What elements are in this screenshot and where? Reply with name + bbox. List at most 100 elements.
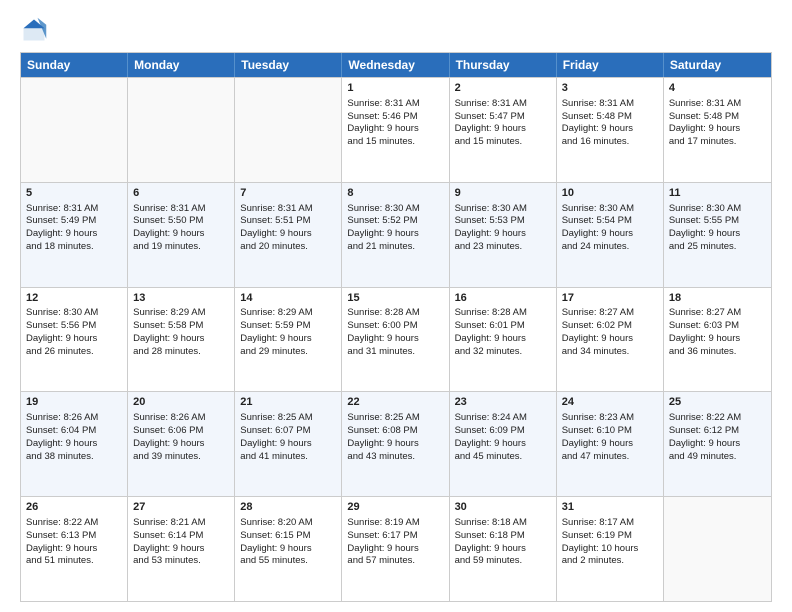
header-cell-tuesday: Tuesday [235, 53, 342, 77]
header-cell-saturday: Saturday [664, 53, 771, 77]
day-cell-1: 1 Sunrise: 8:31 AM Sunset: 5:46 PM Daylig… [342, 78, 449, 182]
day-number: 16 [455, 291, 551, 306]
week-row-3: 19 Sunrise: 8:26 AM Sunset: 6:04 PM Dayli… [21, 391, 771, 496]
day-number: 29 [347, 500, 443, 515]
day-info: Sunrise: 8:31 AM Sunset: 5:49 PM Dayligh… [26, 203, 98, 252]
day-cell-5: 5 Sunrise: 8:31 AM Sunset: 5:49 PM Daylig… [21, 183, 128, 287]
day-number: 26 [26, 500, 122, 515]
day-cell-25: 25Sunrise: 8:22 AM Sunset: 6:12 PM Dayli… [664, 392, 771, 496]
day-info: Sunrise: 8:30 AM Sunset: 5:52 PM Dayligh… [347, 203, 419, 252]
day-info: Sunrise: 8:28 AM Sunset: 6:01 PM Dayligh… [455, 307, 527, 356]
day-cell-29: 29 Sunrise: 8:19 AM Sunset: 6:17 PM Dayli… [342, 497, 449, 601]
day-info: Sunrise: 8:27 AM Sunset: 6:02 PM Dayligh… [562, 307, 634, 356]
calendar-body: 1 Sunrise: 8:31 AM Sunset: 5:46 PM Daylig… [21, 77, 771, 601]
empty-cell [235, 78, 342, 182]
day-cell-16: 16Sunrise: 8:28 AM Sunset: 6:01 PM Dayli… [450, 288, 557, 392]
day-number: 2 [455, 81, 551, 96]
day-info: Sunrise: 8:28 AM Sunset: 6:00 PM Dayligh… [347, 307, 419, 356]
day-info: Sunrise: 8:23 AM Sunset: 6:10 PM Dayligh… [562, 412, 634, 461]
day-info: Sunrise: 8:31 AM Sunset: 5:46 PM Dayligh… [347, 98, 419, 147]
day-info: Sunrise: 8:26 AM Sunset: 6:06 PM Dayligh… [133, 412, 205, 461]
day-number: 1 [347, 81, 443, 96]
day-number: 18 [669, 291, 766, 306]
day-number: 3 [562, 81, 658, 96]
day-cell-6: 6 Sunrise: 8:31 AM Sunset: 5:50 PM Daylig… [128, 183, 235, 287]
day-number: 9 [455, 186, 551, 201]
day-number: 25 [669, 395, 766, 410]
day-cell-18: 18Sunrise: 8:27 AM Sunset: 6:03 PM Dayli… [664, 288, 771, 392]
header-cell-sunday: Sunday [21, 53, 128, 77]
day-info: Sunrise: 8:20 AM Sunset: 6:15 PM Dayligh… [240, 517, 312, 566]
day-number: 10 [562, 186, 658, 201]
week-row-0: 1 Sunrise: 8:31 AM Sunset: 5:46 PM Daylig… [21, 77, 771, 182]
day-number: 4 [669, 81, 766, 96]
day-number: 27 [133, 500, 229, 515]
header-cell-monday: Monday [128, 53, 235, 77]
day-info: Sunrise: 8:31 AM Sunset: 5:48 PM Dayligh… [669, 98, 741, 147]
day-info: Sunrise: 8:30 AM Sunset: 5:55 PM Dayligh… [669, 203, 741, 252]
day-cell-17: 17Sunrise: 8:27 AM Sunset: 6:02 PM Dayli… [557, 288, 664, 392]
logo [20, 16, 52, 44]
day-cell-28: 28Sunrise: 8:20 AM Sunset: 6:15 PM Dayli… [235, 497, 342, 601]
day-info: Sunrise: 8:27 AM Sunset: 6:03 PM Dayligh… [669, 307, 741, 356]
day-cell-23: 23Sunrise: 8:24 AM Sunset: 6:09 PM Dayli… [450, 392, 557, 496]
day-cell-11: 11Sunrise: 8:30 AM Sunset: 5:55 PM Dayli… [664, 183, 771, 287]
day-cell-20: 20 Sunrise: 8:26 AM Sunset: 6:06 PM Dayli… [128, 392, 235, 496]
day-number: 6 [133, 186, 229, 201]
day-info: Sunrise: 8:31 AM Sunset: 5:47 PM Dayligh… [455, 98, 527, 147]
day-cell-2: 2 Sunrise: 8:31 AM Sunset: 5:47 PM Daylig… [450, 78, 557, 182]
empty-cell [128, 78, 235, 182]
day-number: 15 [347, 291, 443, 306]
day-info: Sunrise: 8:25 AM Sunset: 6:07 PM Dayligh… [240, 412, 312, 461]
day-info: Sunrise: 8:31 AM Sunset: 5:51 PM Dayligh… [240, 203, 312, 252]
logo-icon [20, 16, 48, 44]
day-number: 7 [240, 186, 336, 201]
day-info: Sunrise: 8:29 AM Sunset: 5:59 PM Dayligh… [240, 307, 312, 356]
empty-cell [664, 497, 771, 601]
day-number: 13 [133, 291, 229, 306]
day-number: 5 [26, 186, 122, 201]
empty-cell [21, 78, 128, 182]
day-number: 31 [562, 500, 658, 515]
day-cell-12: 12Sunrise: 8:30 AM Sunset: 5:56 PM Dayli… [21, 288, 128, 392]
day-info: Sunrise: 8:30 AM Sunset: 5:56 PM Dayligh… [26, 307, 98, 356]
week-row-4: 26 Sunrise: 8:22 AM Sunset: 6:13 PM Dayli… [21, 496, 771, 601]
week-row-2: 12Sunrise: 8:30 AM Sunset: 5:56 PM Dayli… [21, 287, 771, 392]
day-info: Sunrise: 8:29 AM Sunset: 5:58 PM Dayligh… [133, 307, 205, 356]
day-cell-31: 31 Sunrise: 8:17 AM Sunset: 6:19 PM Dayli… [557, 497, 664, 601]
day-number: 22 [347, 395, 443, 410]
day-number: 14 [240, 291, 336, 306]
day-cell-9: 9Sunrise: 8:30 AM Sunset: 5:53 PM Daylig… [450, 183, 557, 287]
day-info: Sunrise: 8:26 AM Sunset: 6:04 PM Dayligh… [26, 412, 98, 461]
day-cell-4: 4 Sunrise: 8:31 AM Sunset: 5:48 PM Daylig… [664, 78, 771, 182]
day-info: Sunrise: 8:31 AM Sunset: 5:50 PM Dayligh… [133, 203, 205, 252]
day-info: Sunrise: 8:21 AM Sunset: 6:14 PM Dayligh… [133, 517, 205, 566]
day-cell-30: 30Sunrise: 8:18 AM Sunset: 6:18 PM Dayli… [450, 497, 557, 601]
day-number: 20 [133, 395, 229, 410]
calendar: SundayMondayTuesdayWednesdayThursdayFrid… [20, 52, 772, 602]
header-cell-thursday: Thursday [450, 53, 557, 77]
header-cell-wednesday: Wednesday [342, 53, 449, 77]
day-cell-10: 10 Sunrise: 8:30 AM Sunset: 5:54 PM Dayli… [557, 183, 664, 287]
day-cell-24: 24 Sunrise: 8:23 AM Sunset: 6:10 PM Dayli… [557, 392, 664, 496]
day-info: Sunrise: 8:17 AM Sunset: 6:19 PM Dayligh… [562, 517, 639, 566]
day-info: Sunrise: 8:31 AM Sunset: 5:48 PM Dayligh… [562, 98, 634, 147]
day-cell-26: 26 Sunrise: 8:22 AM Sunset: 6:13 PM Dayli… [21, 497, 128, 601]
day-number: 17 [562, 291, 658, 306]
header [20, 16, 772, 44]
day-info: Sunrise: 8:19 AM Sunset: 6:17 PM Dayligh… [347, 517, 419, 566]
day-number: 8 [347, 186, 443, 201]
day-number: 24 [562, 395, 658, 410]
day-number: 19 [26, 395, 122, 410]
day-info: Sunrise: 8:25 AM Sunset: 6:08 PM Dayligh… [347, 412, 419, 461]
day-info: Sunrise: 8:24 AM Sunset: 6:09 PM Dayligh… [455, 412, 527, 461]
day-cell-8: 8 Sunrise: 8:30 AM Sunset: 5:52 PM Daylig… [342, 183, 449, 287]
day-info: Sunrise: 8:18 AM Sunset: 6:18 PM Dayligh… [455, 517, 527, 566]
day-cell-22: 22 Sunrise: 8:25 AM Sunset: 6:08 PM Dayli… [342, 392, 449, 496]
day-cell-21: 21Sunrise: 8:25 AM Sunset: 6:07 PM Dayli… [235, 392, 342, 496]
day-info: Sunrise: 8:22 AM Sunset: 6:13 PM Dayligh… [26, 517, 98, 566]
day-cell-19: 19 Sunrise: 8:26 AM Sunset: 6:04 PM Dayli… [21, 392, 128, 496]
page: SundayMondayTuesdayWednesdayThursdayFrid… [0, 0, 792, 612]
day-cell-13: 13Sunrise: 8:29 AM Sunset: 5:58 PM Dayli… [128, 288, 235, 392]
day-info: Sunrise: 8:30 AM Sunset: 5:54 PM Dayligh… [562, 203, 634, 252]
